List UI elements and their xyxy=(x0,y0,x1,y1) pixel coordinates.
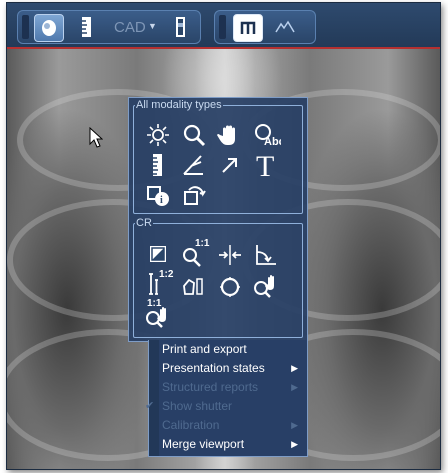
group-title: CR xyxy=(136,217,152,229)
toolbar-grip[interactable] xyxy=(219,15,226,39)
context-menu: Print and export Presentation states ▶ S… xyxy=(145,340,308,457)
zoom-ratio-label: 1:1 xyxy=(147,298,162,309)
pan-tool[interactable] xyxy=(215,122,245,148)
arrow-icon xyxy=(222,158,237,173)
submenu-arrow-icon: ▶ xyxy=(291,363,298,373)
toolbar: CAD ▼ xyxy=(7,3,440,49)
right-angle-icon xyxy=(256,245,276,265)
circle-tool[interactable] xyxy=(215,274,245,300)
arrow-tool[interactable] xyxy=(215,152,245,178)
patient-head-button[interactable] xyxy=(34,14,64,42)
zoom-tool[interactable] xyxy=(179,122,209,148)
brightness-icon xyxy=(147,124,169,146)
tools-context-panel: All modality types Abc T i xyxy=(128,97,308,342)
group-title: All modality types xyxy=(136,99,222,111)
angle-icon xyxy=(183,155,203,175)
image-info-icon: i xyxy=(147,186,169,206)
rotate-icon xyxy=(184,186,206,205)
ruler-button[interactable] xyxy=(72,14,100,40)
cad-label: CAD xyxy=(114,19,146,36)
submenu-arrow-icon: ▶ xyxy=(291,420,298,430)
check-icon: ✔ xyxy=(145,400,155,412)
ruler-tool[interactable] xyxy=(143,152,173,178)
zoom-1to1-tool[interactable]: 1:1 xyxy=(179,238,210,267)
window-level-icon xyxy=(176,17,185,37)
calibrate-icon xyxy=(219,245,241,265)
patient-head-icon xyxy=(42,20,56,36)
polygon-tool[interactable] xyxy=(179,274,209,300)
layout-button[interactable] xyxy=(233,14,263,42)
svg-text:T: T xyxy=(256,150,274,178)
ratio-label: 1:2 xyxy=(159,269,174,280)
ruler-icon xyxy=(153,154,162,176)
text-annotation-tool[interactable]: T xyxy=(251,150,281,178)
toolbar-group-layout xyxy=(214,10,316,44)
brightness-tool[interactable] xyxy=(143,122,173,148)
right-angle-tool[interactable] xyxy=(251,242,281,268)
text-annotation-icon: T xyxy=(256,150,274,178)
circle-icon xyxy=(220,277,240,297)
ratio-measure-tool[interactable]: 1:2 xyxy=(143,269,174,296)
svg-text:Abc: Abc xyxy=(264,136,281,148)
menu-item-structured-reports: Structured reports ▶ xyxy=(149,378,307,397)
svg-text:i: i xyxy=(160,195,163,206)
submenu-arrow-icon: ▶ xyxy=(291,382,298,392)
ruler-icon xyxy=(82,17,91,37)
polygon-icon xyxy=(183,278,203,295)
magnifier-text-tool[interactable]: Abc xyxy=(251,122,281,148)
magnifier-text-icon: Abc xyxy=(255,124,281,148)
menu-item-label: Calibration xyxy=(162,418,220,432)
zoom-pan-tool[interactable] xyxy=(251,272,281,298)
rotate-tool[interactable] xyxy=(179,182,209,208)
menu-item-label: Print and export xyxy=(162,342,247,356)
menu-item-calibration: Calibration ▶ xyxy=(149,416,307,435)
calibrate-tool[interactable] xyxy=(215,242,245,268)
menu-item-label: Presentation states xyxy=(162,361,265,375)
toolbar-grip[interactable] xyxy=(22,15,29,39)
invert-tool[interactable] xyxy=(143,242,173,268)
histogram-icon xyxy=(275,20,295,33)
menu-item-label: Show shutter xyxy=(162,399,233,413)
menu-item-label: Structured reports xyxy=(162,380,259,394)
layout-icon xyxy=(240,21,256,34)
cad-dropdown-button[interactable]: CAD ▼ xyxy=(110,14,158,40)
viewer-window: CAD ▼ All modality types Ab T i CR 1:1 1… xyxy=(6,2,441,470)
zoom-icon xyxy=(183,124,206,147)
menu-item-presentation-states[interactable]: Presentation states ▶ xyxy=(149,359,307,378)
zoom-ratio-label: 1:1 xyxy=(195,238,210,249)
menu-item-label: Merge viewport xyxy=(162,437,245,451)
zoom-1to1-pan-tool[interactable]: 1:1 xyxy=(143,298,173,328)
angle-tool[interactable] xyxy=(179,152,209,178)
menu-item-print-export[interactable]: Print and export xyxy=(149,340,307,359)
pan-hand-icon xyxy=(217,125,235,145)
mouse-pointer-icon xyxy=(89,127,103,148)
window-level-button[interactable] xyxy=(166,14,194,40)
caret-down-icon: ▼ xyxy=(148,21,157,31)
menu-item-show-shutter: ✔ Show shutter xyxy=(145,397,307,416)
toolbar-group-tools: CAD ▼ xyxy=(17,10,201,44)
image-info-tool[interactable]: i xyxy=(143,182,173,208)
invert-icon xyxy=(150,246,166,262)
submenu-arrow-icon: ▶ xyxy=(291,439,298,449)
menu-item-merge-viewport[interactable]: Merge viewport ▶ xyxy=(149,435,307,454)
histogram-button[interactable] xyxy=(271,14,299,40)
zoom-pan-icon xyxy=(254,275,274,298)
